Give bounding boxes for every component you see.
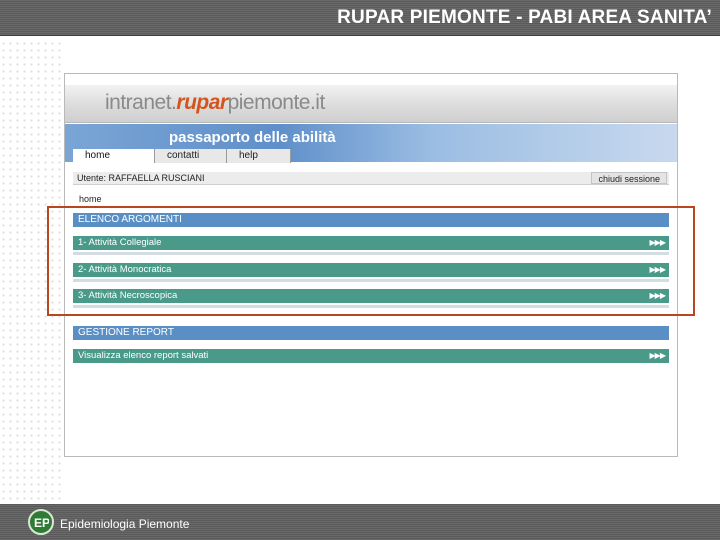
epidemiologia-logo-icon: EP bbox=[28, 509, 54, 535]
highlight-box bbox=[47, 206, 695, 316]
brand-strong: rupar bbox=[176, 91, 228, 114]
banner-title: passaporto delle abilità bbox=[169, 129, 336, 146]
breadcrumb: home bbox=[79, 194, 102, 204]
user-bar: Utente: RAFFAELLA RUSCIANI chiudi sessio… bbox=[73, 172, 669, 185]
tab-home[interactable]: home bbox=[73, 149, 155, 163]
tab-contatti[interactable]: contatti bbox=[155, 149, 227, 163]
slide-header: RUPAR PIEMONTE - PABI AREA SANITA’ bbox=[0, 0, 720, 36]
footer-text: Epidemiologia Piemonte bbox=[60, 517, 190, 531]
logo-glyph: EP bbox=[34, 516, 49, 530]
user-name: Utente: RAFFAELLA RUSCIANI bbox=[77, 173, 205, 183]
item-visualizza-report[interactable]: Visualizza elenco report salvati ▶▶▶ bbox=[73, 349, 669, 363]
tab-help[interactable]: help bbox=[227, 149, 291, 163]
logout-button[interactable]: chiudi sessione bbox=[591, 172, 667, 184]
brand-suffix: piemonte.it bbox=[227, 91, 326, 114]
brand-prefix: intranet. bbox=[105, 91, 177, 114]
slide-footer: EP Epidemiologia Piemonte bbox=[0, 504, 720, 540]
section-gestione-report: GESTIONE REPORT bbox=[73, 326, 669, 340]
brand-logo: intranet.ruparpiemonte.it bbox=[105, 91, 325, 115]
item-label: Visualizza elenco report salvati bbox=[78, 350, 209, 361]
slide-title: RUPAR PIEMONTE - PABI AREA SANITA’ bbox=[337, 7, 712, 28]
svg-text:EP: EP bbox=[34, 516, 49, 530]
arrows-icon: ▶▶▶ bbox=[649, 351, 667, 360]
brand-header: intranet.ruparpiemonte.it bbox=[65, 85, 677, 123]
